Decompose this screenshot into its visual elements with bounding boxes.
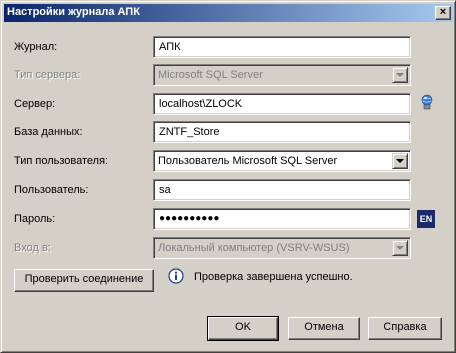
info-icon [168,268,184,284]
login-to-select: Локальный компьютер (VSRV-WSUS) [153,237,411,259]
server-label: Сервер: [14,98,56,110]
journal-input[interactable]: АПК [153,36,411,58]
server-globe-icon[interactable] [420,94,434,110]
chevron-down-icon [396,159,404,163]
server-type-select: Microsoft SQL Server [153,64,411,86]
server-type-value: Microsoft SQL Server [158,69,263,81]
password-label: Пароль: [14,213,56,225]
user-type-value: Пользователь Microsoft SQL Server [158,155,338,167]
keyboard-language-badge: EN [417,210,435,228]
database-label: База данных: [14,126,83,138]
chevron-down-icon [396,246,404,250]
user-input[interactable]: sa [153,179,411,201]
help-button[interactable]: Справка [368,317,442,340]
login-to-dropdown-button [392,240,408,256]
user-type-label: Тип пользователя: [14,155,109,167]
test-status-text: Проверка завершена успешно. [194,271,353,283]
server-type-dropdown-button [392,67,408,83]
close-button[interactable]: × [435,6,451,20]
login-to-value: Локальный компьютер (VSRV-WSUS) [158,242,350,254]
cancel-button[interactable]: Отмена [288,317,360,340]
ok-button[interactable]: OK [207,316,279,341]
window-title: Настройки журнала АПК [7,6,140,18]
test-connection-button[interactable]: Проверить соединение [14,269,154,292]
dialog-window: Настройки журнала АПК × Журнал: АПК Тип … [0,0,456,353]
login-to-label: Вход в: [14,242,51,254]
user-label: Пользователь: [14,184,89,196]
database-input[interactable]: ZNTF_Store [153,121,411,143]
journal-label: Журнал: [14,41,58,53]
close-icon: × [439,6,447,18]
title-bar[interactable]: Настройки журнала АПК × [4,4,453,22]
server-input[interactable]: localhost\ZLOCK [153,93,411,115]
chevron-down-icon [396,73,404,77]
user-type-dropdown-button[interactable] [392,153,408,169]
server-type-label: Тип сервера: [14,69,81,81]
password-input[interactable]: ●●●●●●●●●● [153,208,411,230]
user-type-select[interactable]: Пользователь Microsoft SQL Server [153,150,411,172]
